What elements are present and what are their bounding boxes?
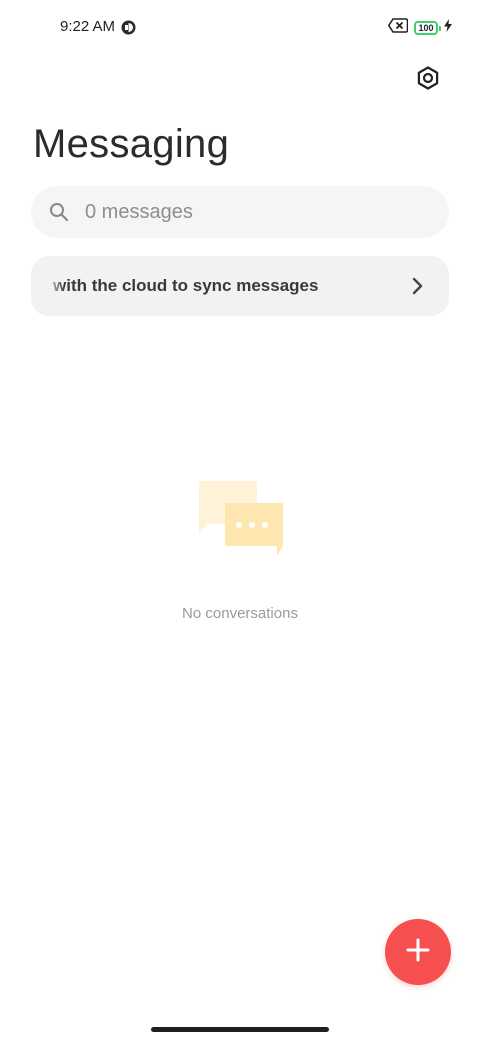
page-title: Messaging: [33, 122, 230, 166]
search-placeholder: 0 messages: [85, 200, 193, 223]
cloud-sync-text: with the cloud to sync messages: [53, 276, 319, 295]
app-notification-icon: [121, 20, 136, 35]
charging-icon: [444, 19, 452, 37]
plus-icon: [406, 938, 430, 967]
search-icon: [49, 202, 69, 222]
home-indicator[interactable]: [151, 1027, 329, 1032]
no-sim-icon: [387, 18, 409, 38]
chat-bubbles-icon: [195, 478, 285, 560]
new-message-button[interactable]: [385, 919, 451, 985]
battery-level: 100: [418, 22, 434, 33]
status-time: 9:22 AM: [60, 18, 116, 35]
empty-state-text: No conversations: [182, 605, 298, 622]
search-input[interactable]: 0 messages: [31, 186, 449, 238]
settings-icon: [415, 65, 441, 96]
chevron-right-icon: [407, 276, 427, 296]
status-bar: 9:22 AM 100: [0, 0, 480, 56]
battery-icon: 100: [414, 21, 441, 35]
status-indicators: 100: [387, 18, 452, 38]
settings-button[interactable]: [408, 60, 448, 100]
cloud-sync-banner[interactable]: with the cloud to sync messages: [31, 256, 449, 316]
